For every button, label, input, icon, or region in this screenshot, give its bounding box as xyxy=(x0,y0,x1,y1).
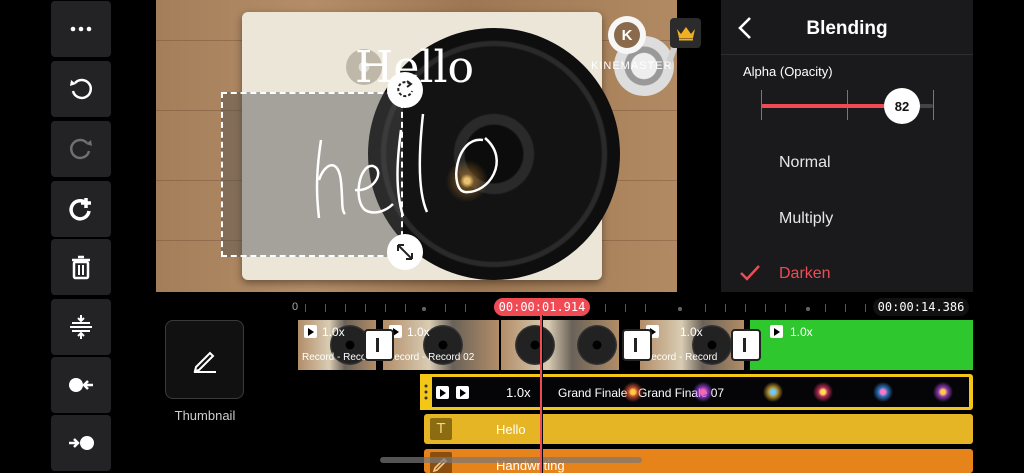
brand-name: KINEMASTER xyxy=(591,60,673,72)
rotate-plus-icon xyxy=(69,198,91,221)
video-clip-green[interactable]: 1.0x xyxy=(750,320,973,370)
total-time-badge: 00:00:14.386 xyxy=(873,298,969,316)
logo-letter: K xyxy=(614,22,640,48)
blending-panel: Blending Alpha (Opacity) 82 Normal Multi… xyxy=(721,0,973,292)
effect-track-handle[interactable] xyxy=(420,374,432,410)
redo-icon xyxy=(69,138,92,160)
effect-layer-track[interactable]: 1.0x Grand Finale - Grand Finale 07 xyxy=(420,374,973,410)
transition-button[interactable] xyxy=(731,329,761,361)
check-icon xyxy=(740,265,760,281)
blend-option-darken[interactable]: Darken xyxy=(779,265,831,283)
play-icon xyxy=(456,386,469,399)
panel-header: Blending xyxy=(721,0,973,55)
transition-button[interactable] xyxy=(364,329,394,361)
alpha-slider-fill xyxy=(761,104,903,108)
undo-button[interactable] xyxy=(51,61,111,117)
transition-button[interactable] xyxy=(622,329,652,361)
thumbnail-button[interactable] xyxy=(165,320,244,399)
timeline-ruler[interactable] xyxy=(283,296,973,318)
move-end-button[interactable] xyxy=(51,415,111,471)
effect-layer-content: 1.0x Grand Finale - Grand Finale 07 xyxy=(432,377,969,407)
ruler-start-label: 0 xyxy=(292,301,299,313)
timeline-scrollbar[interactable] xyxy=(380,457,642,463)
play-icon xyxy=(436,386,449,399)
rotate-handle[interactable] xyxy=(387,72,423,108)
blend-option-multiply[interactable]: Multiply xyxy=(779,210,833,228)
panel-title: Blending xyxy=(806,18,888,39)
pencil-icon xyxy=(193,351,216,373)
video-clip[interactable] xyxy=(501,320,619,370)
blend-option-normal[interactable]: Normal xyxy=(779,154,831,172)
move-start-button[interactable] xyxy=(51,357,111,413)
drag-handle-icon xyxy=(424,384,428,400)
video-clip[interactable]: 1.0x Record - Record 02 xyxy=(383,320,499,370)
resize-arrows-icon xyxy=(397,244,413,260)
thumbnail-label: Thumbnail xyxy=(174,408,236,423)
rotate-icon xyxy=(397,80,413,98)
left-toolbar xyxy=(51,0,111,473)
alpha-label: Alpha (Opacity) xyxy=(743,64,833,79)
trash-icon xyxy=(72,255,90,280)
text-layer-track[interactable]: T Hello xyxy=(424,414,973,444)
add-layer-button[interactable] xyxy=(51,181,111,237)
play-icon xyxy=(770,325,783,338)
text-layer-icon: T xyxy=(430,418,452,440)
resize-handle[interactable] xyxy=(387,234,423,270)
undo-icon xyxy=(70,78,93,100)
crown-icon xyxy=(676,27,695,41)
play-icon xyxy=(304,325,317,338)
more-options-button[interactable] xyxy=(51,1,111,57)
video-clip[interactable]: 1.0x Record - Record xyxy=(640,320,744,370)
delete-button[interactable] xyxy=(51,239,111,295)
playhead-shadow xyxy=(542,315,543,473)
split-button[interactable] xyxy=(51,299,111,355)
premium-crown-button[interactable] xyxy=(670,18,701,48)
more-dots-icon xyxy=(70,26,92,32)
alpha-slider-thumb[interactable]: 82 xyxy=(884,88,921,124)
circle-arrow-left-icon xyxy=(69,378,93,392)
split-icon xyxy=(70,315,92,339)
current-time-badge: 00:00:01.914 xyxy=(494,298,590,316)
kinemaster-logo: K xyxy=(608,16,646,54)
text-layer-label: Hello xyxy=(496,422,526,437)
handwriting-drawing xyxy=(315,113,498,219)
redo-button[interactable] xyxy=(51,121,111,177)
arrow-circle-right-icon xyxy=(69,436,94,450)
